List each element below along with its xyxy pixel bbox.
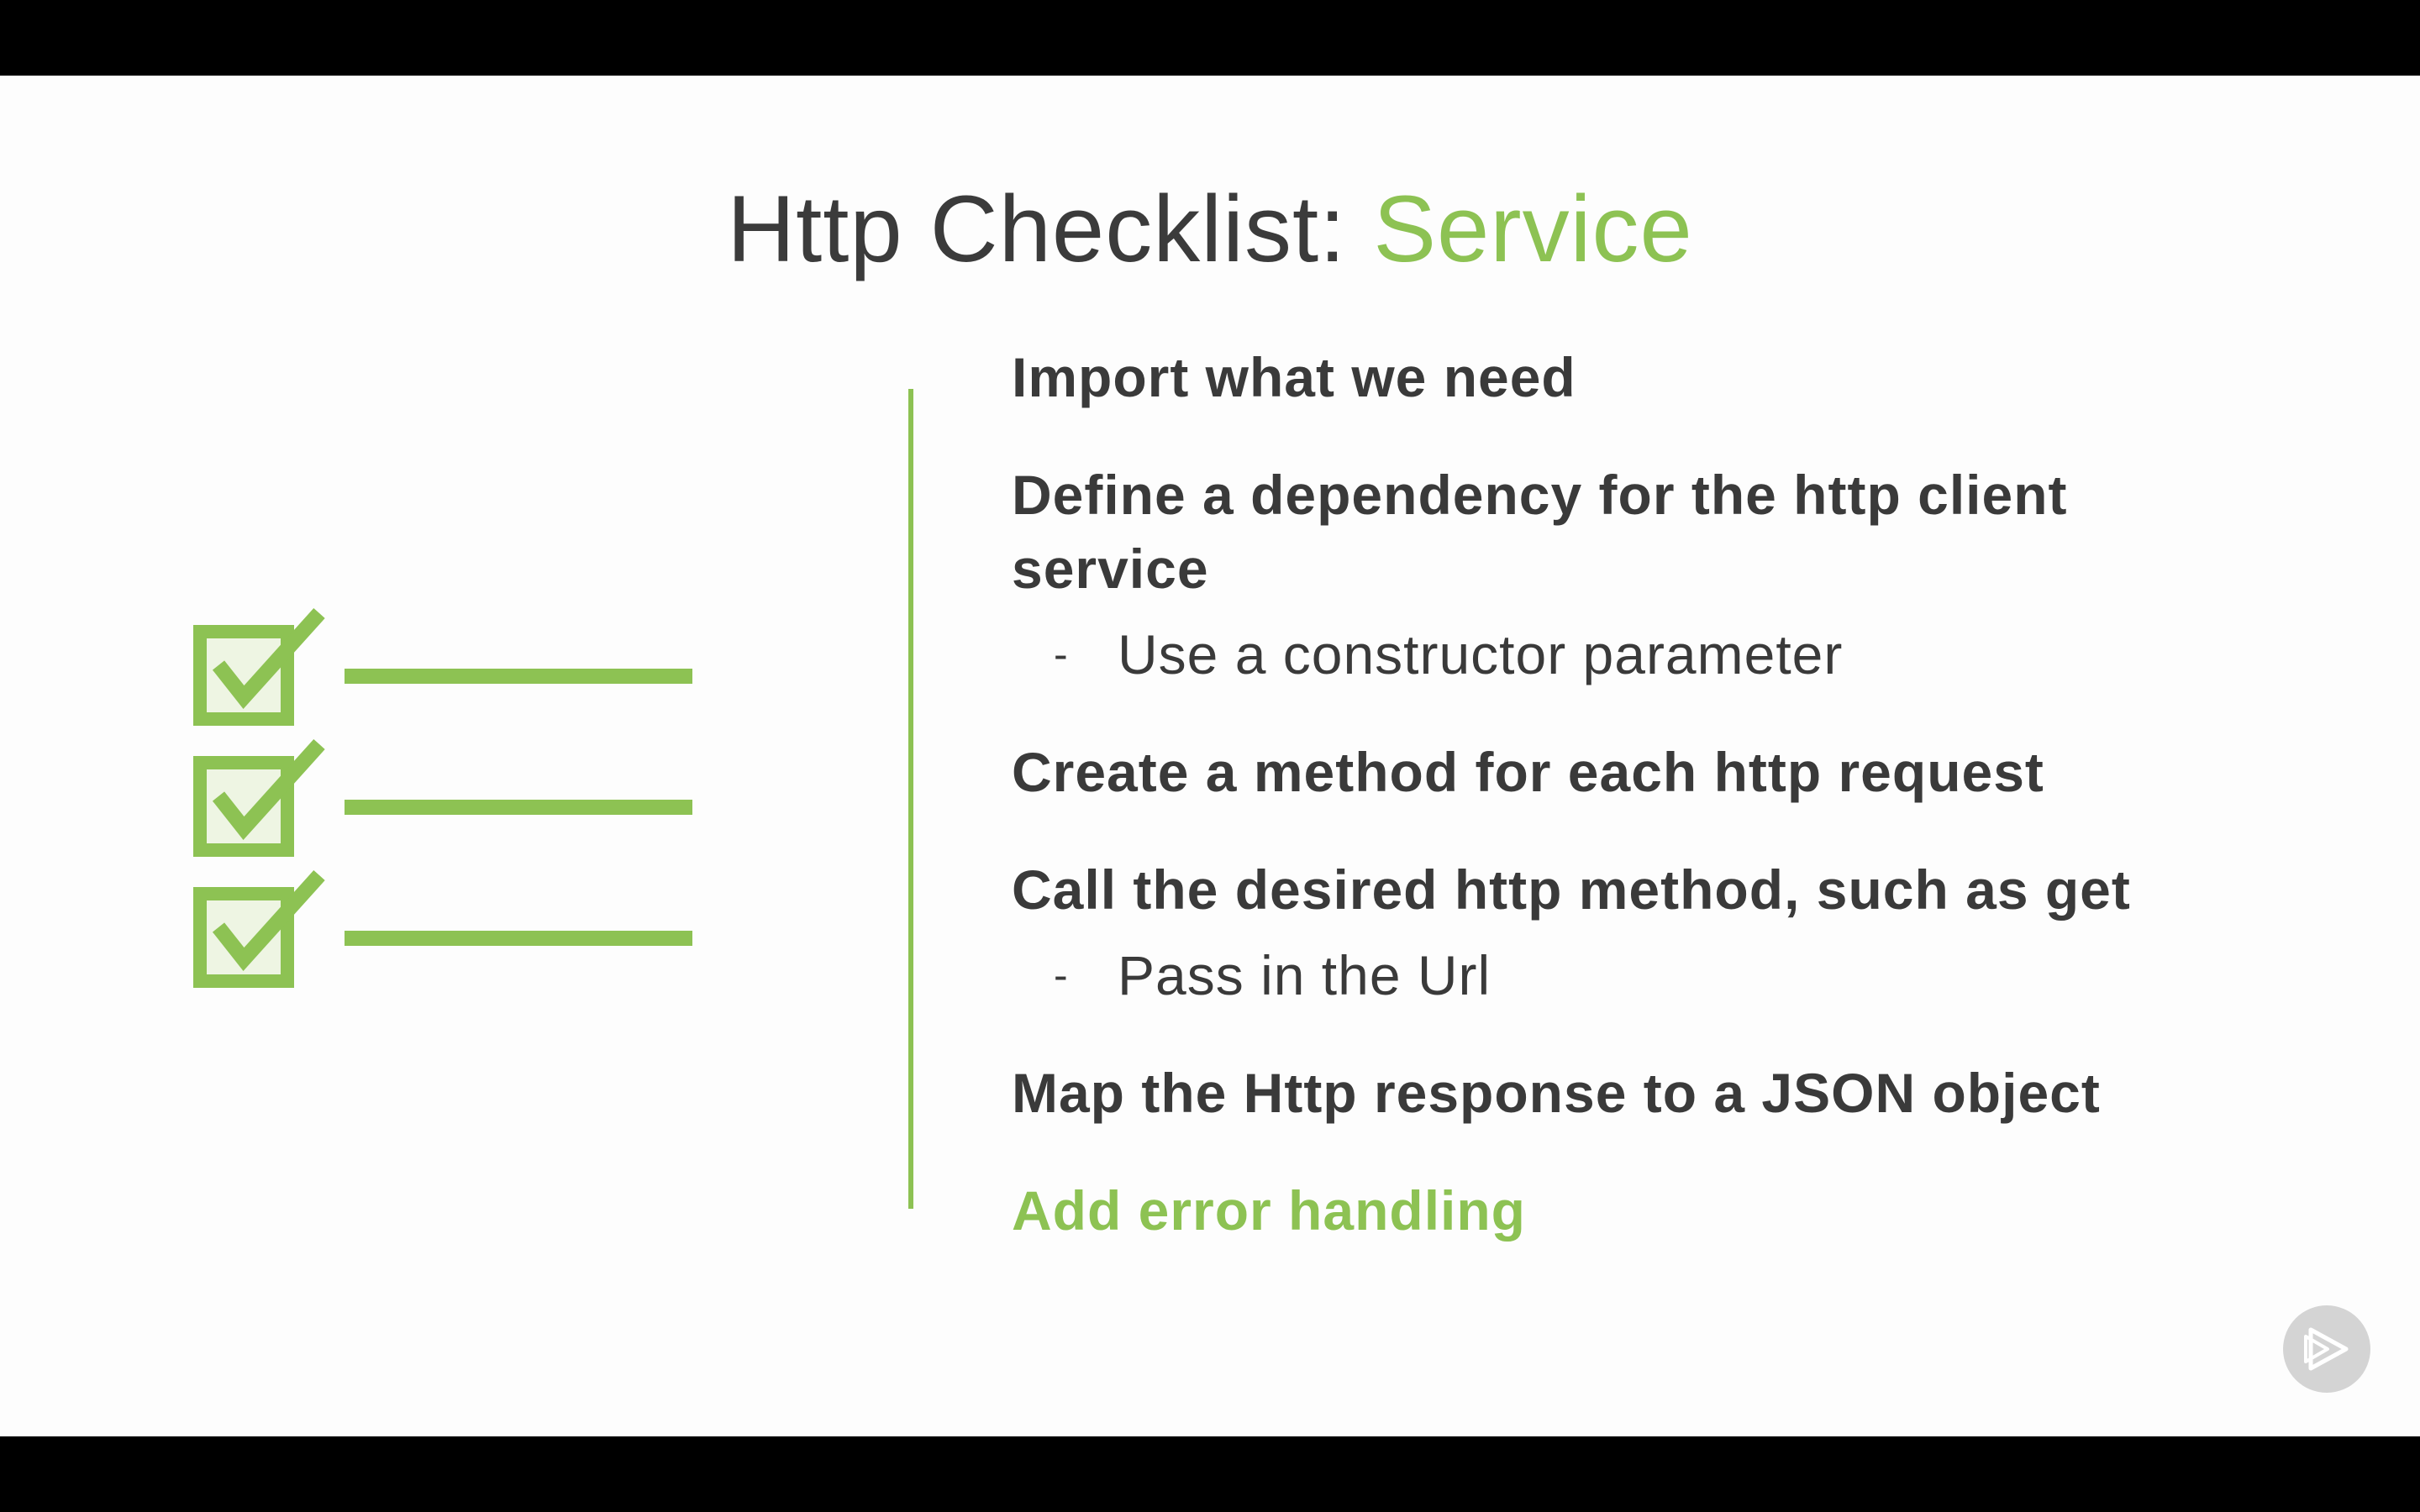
letterbox-top	[0, 0, 2420, 76]
checklist-row-3	[193, 869, 692, 988]
checklist-subitem-url: - Pass in the Url	[1012, 938, 2373, 1012]
checklist-item-create-method: Create a method for each http request	[1012, 735, 2373, 809]
checklist-item-error-handling: Add error handling	[1012, 1173, 2373, 1247]
checklist-icon	[193, 607, 692, 988]
slide-title-accent: Service	[1373, 176, 1693, 281]
pluralsight-play-icon[interactable]	[2282, 1305, 2371, 1394]
vertical-divider	[908, 389, 913, 1209]
checklist-item-dependency: Define a dependency for the http client s…	[1012, 458, 2373, 606]
letterbox-bottom	[0, 1436, 2420, 1512]
checklist-items: Import what we need Define a dependency …	[1012, 340, 2373, 1247]
bullet-dash: -	[1054, 631, 1069, 678]
checklist-item-label: Map the Http response to a JSON object	[1012, 1062, 2101, 1124]
checklist-item-label: Create a method for each http request	[1012, 741, 2044, 803]
bullet-dash: -	[1054, 952, 1069, 999]
checklist-item-label-line2: service	[1012, 538, 1209, 600]
checklist-row-1	[193, 607, 692, 726]
checklist-item-call-method: Call the desired http method, such as ge…	[1012, 853, 2373, 927]
checklist-subitem-label: Pass in the Url	[1118, 944, 1491, 1006]
checklist-item-label-line1: Define a dependency for the http client	[1012, 464, 2068, 526]
slide-title: Http Checklist: Service	[0, 168, 2420, 291]
checklist-item-import: Import what we need	[1012, 340, 2373, 414]
checklist-item-label: Add error handling	[1012, 1179, 1526, 1242]
checklist-item-label: Call the desired http method, such as ge…	[1012, 858, 2131, 921]
checklist-item-label: Import what we need	[1012, 346, 1576, 408]
checklist-subitem-constructor: - Use a constructor parameter	[1012, 617, 2373, 691]
checklist-item-map-response: Map the Http response to a JSON object	[1012, 1056, 2373, 1130]
checklist-subitem-label: Use a constructor parameter	[1118, 623, 1844, 685]
slide-title-main: Http Checklist:	[727, 176, 1374, 281]
checklist-row-2	[193, 738, 692, 857]
